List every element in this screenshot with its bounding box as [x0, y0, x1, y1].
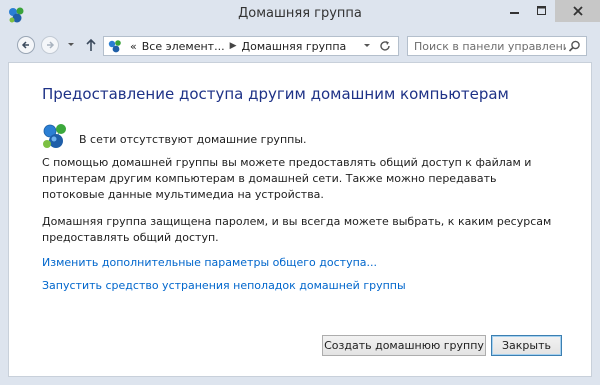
close-button[interactable]: Закрыть [491, 335, 562, 356]
maximize-button[interactable] [528, 0, 555, 22]
breadcrumb-all-items[interactable]: Все элемент... [142, 40, 225, 53]
search-icon[interactable] [568, 40, 581, 53]
address-history-chevron-down-icon[interactable] [362, 41, 372, 51]
recent-locations-chevron-down-icon[interactable] [66, 40, 76, 50]
forward-button[interactable] [41, 36, 59, 54]
title-bar[interactable]: Домашняя группа [0, 0, 600, 30]
breadcrumb-overflow[interactable]: « [130, 40, 137, 53]
arrow-right-icon [47, 41, 55, 49]
navigation-bar: « Все элемент... ▶ Домашняя группа [0, 30, 600, 60]
search-box[interactable] [407, 36, 587, 56]
homegroup-description: С помощью домашней группы вы можете пред… [42, 156, 532, 201]
window-close-button[interactable] [555, 0, 600, 22]
arrow-left-icon [21, 41, 29, 49]
troubleshooter-link[interactable]: Запустить средство устранения неполадок … [42, 279, 406, 292]
page-title: Предоставление доступа другим домашним к… [42, 85, 509, 103]
maximize-icon [536, 6, 546, 15]
password-note: Домашняя группа защищена паролем, и вы в… [42, 215, 552, 244]
homegroup-window: Домашняя группа « Все элемент... ▶ Домаш… [0, 0, 600, 385]
minimize-button[interactable] [501, 0, 528, 22]
create-homegroup-button[interactable]: Создать домашнюю группу [322, 335, 486, 356]
refresh-icon[interactable] [378, 39, 392, 53]
breadcrumb-homegroup[interactable]: Домашняя группа [242, 40, 347, 53]
homegroup-breadcrumb-icon [108, 40, 121, 53]
homegroup-network-icon [43, 124, 66, 148]
content-pane: Предоставление доступа другим домашним к… [8, 62, 592, 377]
arrow-up-icon[interactable] [84, 37, 98, 53]
breadcrumb-separator-icon[interactable]: ▶ [230, 41, 237, 51]
address-bar[interactable]: « Все элемент... ▶ Домашняя группа [103, 36, 399, 56]
search-input[interactable] [408, 37, 566, 55]
close-icon [572, 6, 583, 16]
homegroup-status: В сети отсутствуют домашние группы. [79, 133, 307, 146]
back-button[interactable] [17, 36, 35, 54]
minimize-icon [509, 12, 519, 14]
advanced-sharing-link[interactable]: Изменить дополнительные параметры общего… [42, 256, 377, 269]
